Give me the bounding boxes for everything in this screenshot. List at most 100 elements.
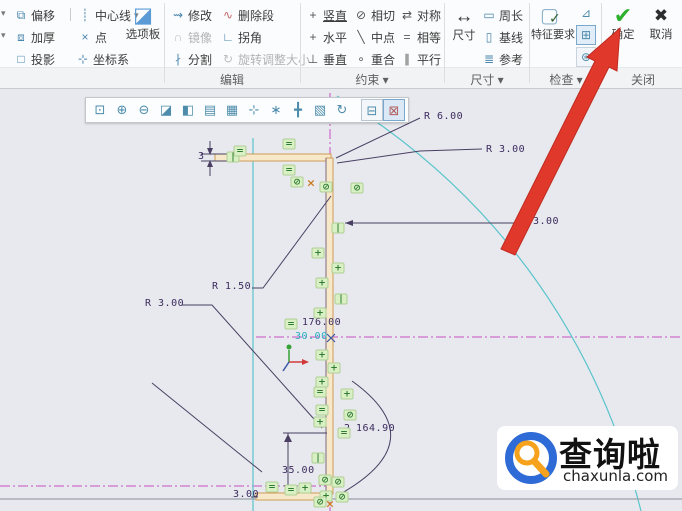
palette-icon: ◪ <box>133 4 153 27</box>
perspective-button[interactable]: ▧ <box>309 99 331 121</box>
baseline-button[interactable]: ▯ 基线 <box>482 27 523 47</box>
constrain-group-label[interactable]: 约束 ▾ <box>355 71 388 88</box>
overlapping-geometry-button[interactable]: ⊛ <box>576 47 596 67</box>
sketch-display-toggle[interactable]: ⊟ <box>361 99 383 121</box>
perpendicular-constraint-label: 垂直 <box>323 52 348 67</box>
constraint-vertical-button[interactable]: + 竖直 <box>306 5 347 25</box>
overflow-caret-icon[interactable]: ▾ <box>1 8 6 19</box>
tangent-constraint-label: 相切 <box>371 8 396 23</box>
centerline-icon: ┊ <box>81 8 89 22</box>
annotation-display-button[interactable]: ∗ <box>265 99 287 121</box>
delete-segment-icon: ∿ <box>222 8 234 22</box>
dimension-label: 尺寸 <box>452 30 476 42</box>
chaxunla-logo-icon <box>505 432 557 484</box>
shade-closed-loops-toggle[interactable]: ⊠ <box>383 99 405 121</box>
coincident-constraint-icon: ∘ <box>357 52 365 66</box>
spin-center-button[interactable]: ╋ <box>287 99 309 121</box>
perimeter-label: 周长 <box>499 8 524 23</box>
corner-button[interactable]: ∟ 拐角 <box>221 27 262 47</box>
graphics-toolbar: ⊡ ⊕ ⊖ ◪ ◧ ▤ ▦ ⊹ ∗ ╋ ▧ ↻ ⊟ ⊠ <box>85 97 409 123</box>
delete-segment-button[interactable]: ∿ 删除段 <box>221 5 274 25</box>
feature-requirements-button[interactable]: ▢ ✓ 特征要求 <box>531 3 575 42</box>
dimension-group-label[interactable]: 尺寸 ▾ <box>470 71 503 88</box>
palette-button[interactable]: ◪ 选项板 <box>124 3 162 42</box>
zoom-out-button[interactable]: ⊖ <box>133 99 155 121</box>
perpendicular-constraint-icon: ⊥ <box>307 52 319 66</box>
offset-button[interactable]: ⧉ 偏移 <box>14 5 55 25</box>
constraint-symmetric-button[interactable]: ⇄ 对称 <box>400 5 441 25</box>
offset-icon: ⧉ <box>16 7 26 22</box>
cancel-label: 取消 <box>649 29 673 41</box>
cancel-button[interactable]: ✖ 取消 <box>643 3 679 42</box>
dimension-button[interactable]: ↔ 尺寸 <box>447 4 481 43</box>
saved-views-button[interactable]: ▤ <box>199 99 221 121</box>
divider <box>601 3 602 83</box>
check-icon: ✓ <box>549 10 561 26</box>
coordinate-system-button[interactable]: ⊹ 坐标系 <box>76 49 129 69</box>
watermark-domain: chaxunla.com <box>563 467 668 485</box>
divide-icon: ∤ <box>175 52 181 66</box>
cancel-x-icon: ✖ <box>653 6 669 25</box>
zoom-in-button[interactable]: ⊕ <box>111 99 133 121</box>
ok-button[interactable]: ✔ 确定 <box>605 3 641 42</box>
constraint-horizontal-button[interactable]: + 水平 <box>306 27 347 47</box>
divider <box>300 3 301 83</box>
overflow-caret-icon[interactable]: ▾ <box>1 30 6 41</box>
perimeter-button[interactable]: ▭ 周长 <box>482 5 523 25</box>
equal-constraint-label: 相等 <box>417 30 442 45</box>
divide-label: 分割 <box>188 52 213 67</box>
equal-constraint-icon: = <box>403 30 411 44</box>
symmetric-constraint-icon: ⇄ <box>401 8 413 22</box>
constraint-midpoint-button[interactable]: ╲ 中点 <box>354 27 395 47</box>
parallel-constraint-label: 平行 <box>417 52 442 67</box>
divider <box>529 3 530 83</box>
constraint-parallel-button[interactable]: ∥ 平行 <box>400 49 441 69</box>
inspect-group-label[interactable]: 检查 ▾ <box>549 71 582 88</box>
watermark: 查询啦 chaxunla.com <box>497 426 678 490</box>
parallel-constraint-icon: ∥ <box>404 52 410 66</box>
close-group-label: 关闭 <box>630 73 656 87</box>
display-style-button[interactable]: ◧ <box>177 99 199 121</box>
view-manager-button[interactable]: ▦ <box>221 99 243 121</box>
divider <box>164 3 165 83</box>
rotate-resize-icon: ↻ <box>222 52 234 66</box>
dimension-icon: ↔ <box>454 6 474 27</box>
divide-button[interactable]: ∤ 分割 <box>171 49 212 69</box>
baseline-icon: ▯ <box>485 30 493 44</box>
mirror-label: 镜像 <box>188 30 213 45</box>
highlight-open-ends-button[interactable]: ⊞ <box>576 25 596 45</box>
sketch-orientation-button[interactable]: ↻ <box>331 99 353 121</box>
reference-icon: ≣ <box>483 52 495 66</box>
point-label: 点 <box>95 30 108 45</box>
rotate-resize-button: ↻ 旋转调整大小 <box>221 49 310 69</box>
point-icon: × <box>81 30 89 44</box>
constraint-coincident-button[interactable]: ∘ 重合 <box>354 49 395 69</box>
datum-display-button[interactable]: ⊹ <box>243 99 265 121</box>
modify-icon: ⇝ <box>172 8 184 22</box>
midpoint-constraint-label: 中点 <box>371 30 396 45</box>
application-window: ▾ ▾ ⧉ 偏移 ┊ 中心线 ▾ ⧈ 加厚 × 点 □ 投影 ⊹ 坐标系 ◪ 选… <box>0 0 682 511</box>
constraint-tangent-button[interactable]: ⊘ 相切 <box>354 5 395 25</box>
corner-icon: ∟ <box>222 30 234 44</box>
mirror-button: ∩ 镜像 <box>171 27 212 47</box>
reference-button[interactable]: ≣ 参考 <box>482 49 523 69</box>
coordinate-system-icon: ⊹ <box>77 52 89 66</box>
thicken-button[interactable]: ⧈ 加厚 <box>14 27 55 47</box>
constraint-perpendicular-button[interactable]: ⊥ 垂直 <box>306 49 347 69</box>
constraint-equal-button[interactable]: = 相等 <box>400 27 441 47</box>
project-label: 投影 <box>31 52 56 67</box>
edit-group-label: 编辑 <box>219 73 245 87</box>
mirror-icon: ∩ <box>173 30 183 44</box>
divider <box>70 8 71 21</box>
shade-closed-loops-button[interactable]: ⊿ <box>576 3 596 23</box>
zoom-fit-button[interactable]: ⊡ <box>89 99 111 121</box>
ok-check-icon: ✔ <box>613 3 633 28</box>
point-button[interactable]: × 点 <box>78 27 107 47</box>
corner-label: 拐角 <box>238 30 263 45</box>
repaint-button[interactable]: ◪ <box>155 99 177 121</box>
delete-segment-label: 删除段 <box>238 8 275 23</box>
midpoint-constraint-icon: ╲ <box>357 30 365 44</box>
modify-button[interactable]: ⇝ 修改 <box>171 5 212 25</box>
project-button[interactable]: □ 投影 <box>14 49 55 69</box>
reference-label: 参考 <box>499 52 524 67</box>
